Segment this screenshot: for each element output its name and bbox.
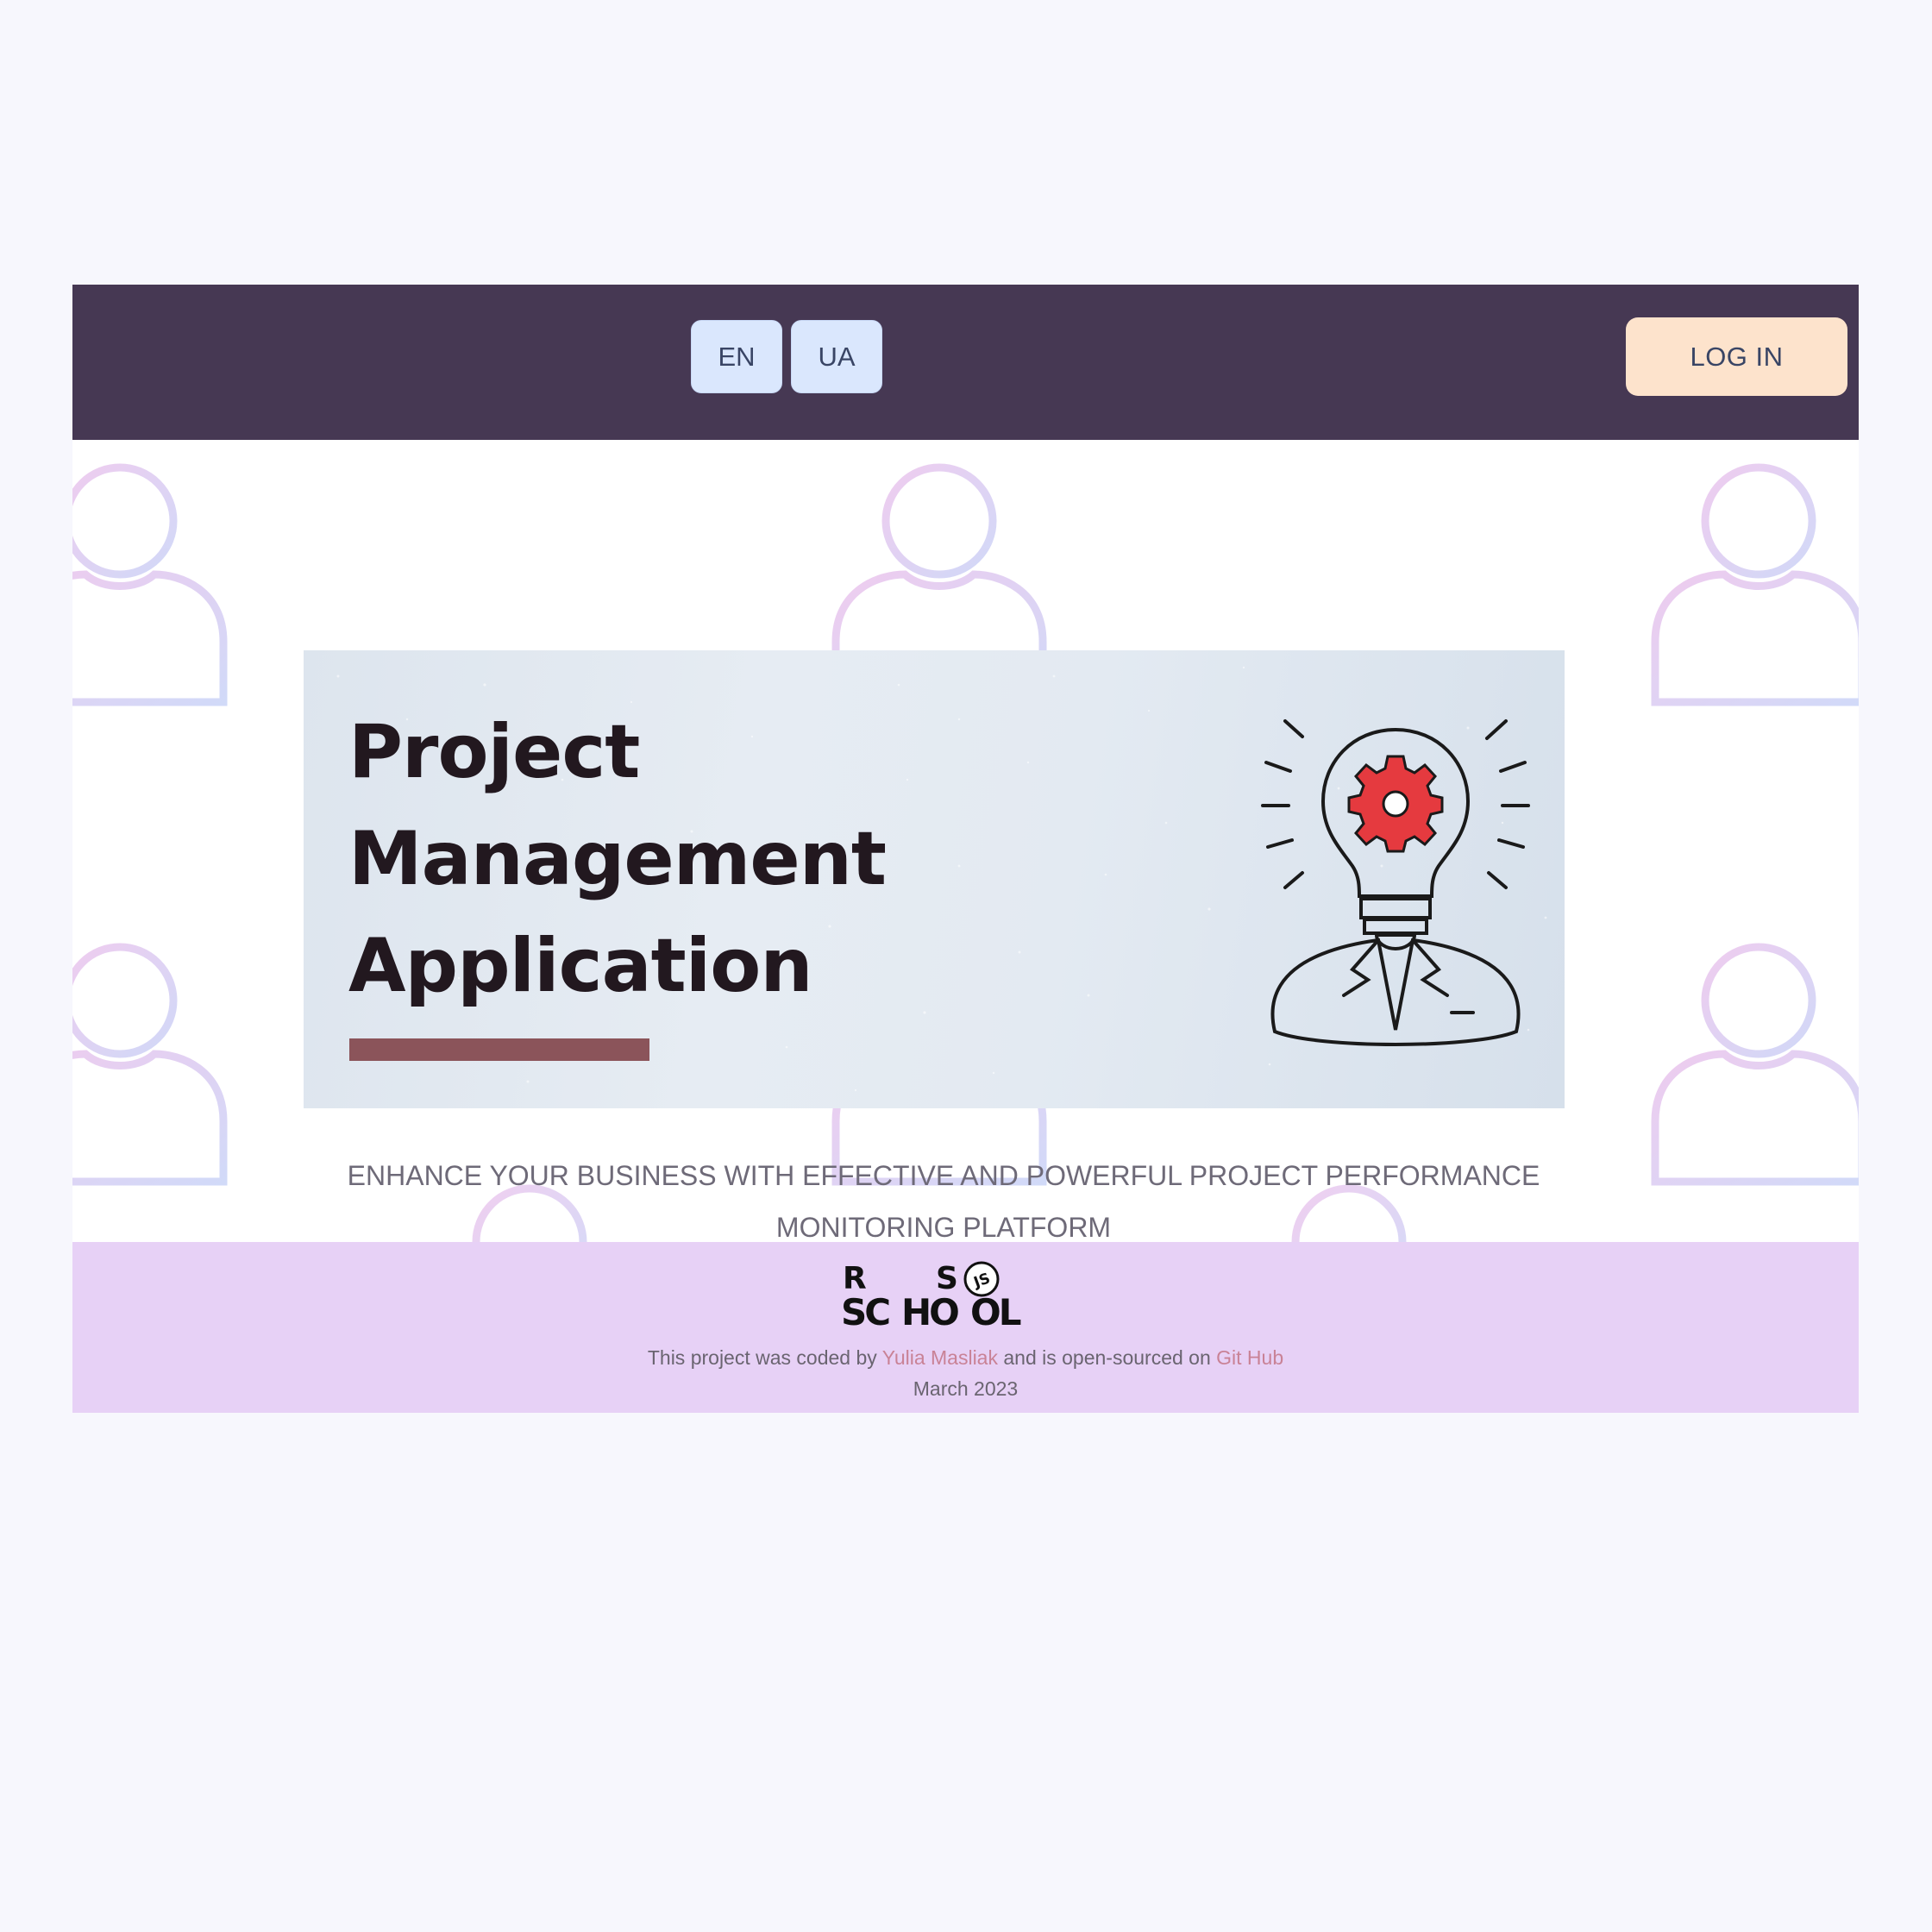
- hero-banner: Project Management Application: [304, 650, 1565, 1108]
- language-button-en[interactable]: EN: [691, 320, 782, 393]
- hero-title-line-3: Application: [348, 923, 813, 1009]
- hero-title-line-2: Management: [348, 816, 887, 902]
- footer-credit: This project was coded by Yulia Masliak …: [72, 1346, 1859, 1370]
- hero-title-line-1: Project: [348, 709, 640, 795]
- hero-accent-bar: [349, 1038, 649, 1061]
- github-link[interactable]: Git Hub: [1216, 1346, 1283, 1369]
- tagline-text: ENHANCE YOUR BUSINESS WITH EFFECTIVE AND…: [347, 1160, 1540, 1243]
- author-link[interactable]: Yulia Masliak: [882, 1346, 998, 1369]
- lightbulb-gear-person-icon: [1261, 719, 1530, 1046]
- svg-text:SC: SC: [841, 1291, 889, 1328]
- svg-text:HO: HO: [901, 1291, 958, 1328]
- language-button-ua[interactable]: UA: [791, 320, 882, 393]
- rs-school-logo[interactable]: R S SC HO OL JS: [841, 1258, 1031, 1328]
- login-button[interactable]: LOG IN: [1626, 317, 1847, 396]
- credit-prefix: This project was coded by: [647, 1346, 877, 1369]
- header-bar: EN UA LOG IN: [72, 285, 1859, 440]
- credit-middle: and is open-sourced on: [1003, 1346, 1211, 1369]
- footer: R S SC HO OL JS This project was coded b…: [72, 1242, 1859, 1413]
- hero-title: Project Management Application: [348, 699, 887, 1019]
- svg-text:OL: OL: [970, 1291, 1021, 1328]
- app-window: EN UA LOG IN Project Management Applicat…: [72, 285, 1859, 1413]
- footer-date: March 2023: [913, 1377, 1019, 1400]
